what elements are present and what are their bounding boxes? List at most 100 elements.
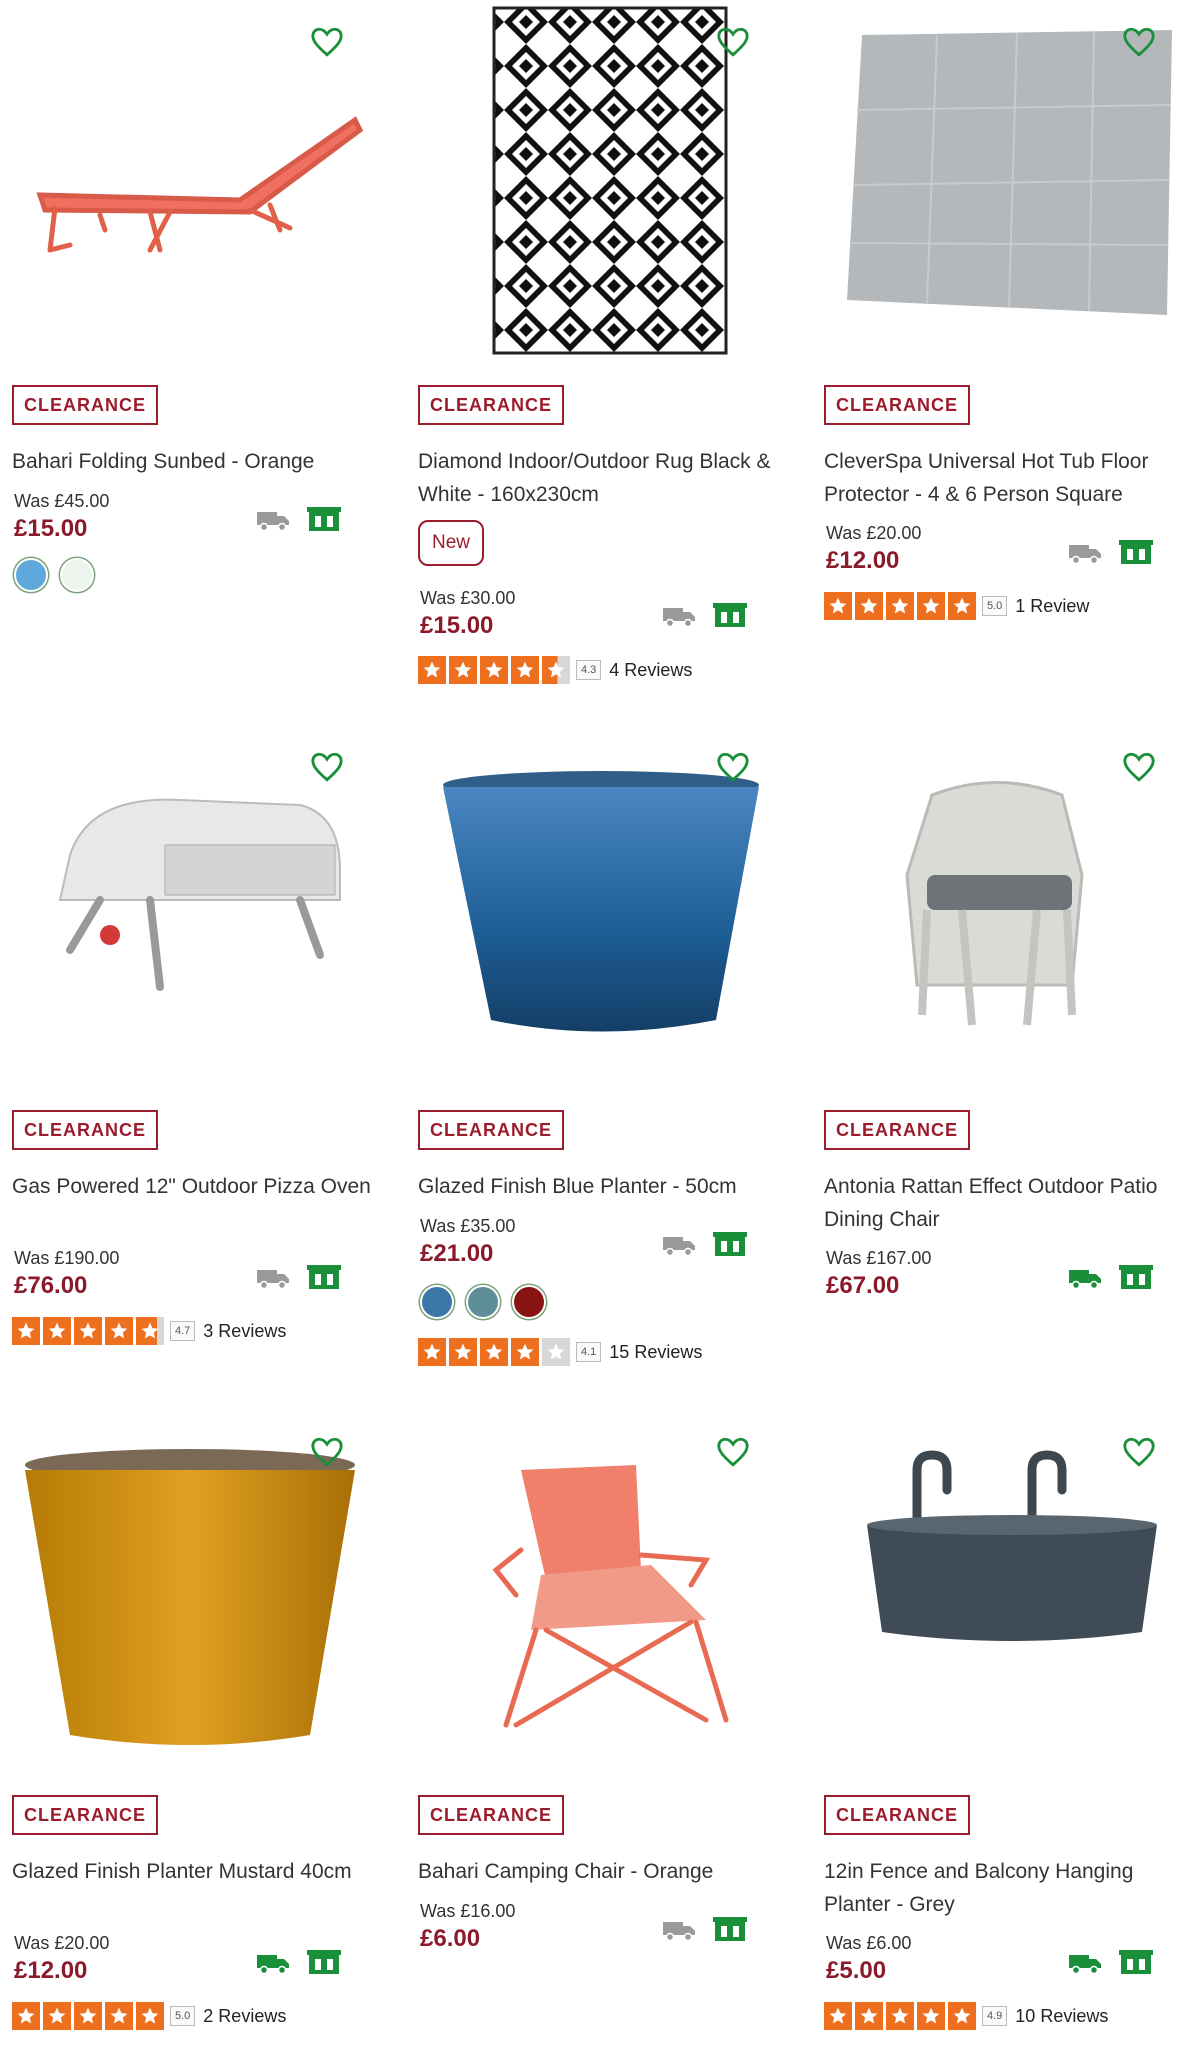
review-count[interactable]: 3 Reviews	[203, 1321, 286, 1342]
review-count[interactable]: 15 Reviews	[609, 1342, 702, 1363]
rating[interactable]: 5.0 2 Reviews	[12, 2002, 286, 2030]
rating[interactable]: 5.0 1 Review	[824, 592, 1089, 620]
wishlist-heart-icon[interactable]	[310, 1436, 344, 1468]
review-count[interactable]: 4 Reviews	[609, 660, 692, 681]
star-icon	[43, 2002, 71, 2030]
wishlist-heart-icon[interactable]	[310, 26, 344, 58]
star-icon	[12, 2002, 40, 2030]
store-collection-icon	[1118, 1949, 1154, 1975]
rating[interactable]: 4.1 15 Reviews	[418, 1338, 702, 1366]
rating-score: 4.3	[576, 660, 602, 680]
star-icon	[917, 2002, 945, 2030]
star-icon	[449, 656, 477, 684]
wishlist-heart-icon[interactable]	[716, 751, 750, 783]
product-title[interactable]: Gas Powered 12" Outdoor Pizza Oven	[12, 1170, 382, 1203]
star-icon	[511, 656, 539, 684]
product-card[interactable]: CLEARANCE Antonia Rattan Effect Outdoor …	[812, 725, 1200, 1425]
product-title[interactable]: Glazed Finish Planter Mustard 40cm	[12, 1855, 382, 1888]
star-icon	[480, 656, 508, 684]
current-price: £15.00	[420, 612, 494, 639]
star-icon	[449, 1338, 477, 1366]
clearance-badge: CLEARANCE	[418, 1795, 565, 1835]
rating-score: 4.9	[982, 2006, 1008, 2026]
home-delivery-icon	[1068, 1951, 1102, 1975]
home-delivery-icon	[662, 1233, 696, 1257]
product-title[interactable]: CleverSpa Universal Hot Tub Floor Protec…	[824, 445, 1194, 511]
product-title[interactable]: Glazed Finish Blue Planter - 50cm	[418, 1170, 788, 1203]
product-title[interactable]: 12in Fence and Balcony Hanging Planter -…	[824, 1855, 1194, 1921]
swatch-white[interactable]	[60, 558, 94, 592]
rating-score: 5.0	[170, 2006, 196, 2026]
star-icon	[480, 1338, 508, 1366]
store-collection-icon	[712, 1916, 748, 1942]
clearance-badge: CLEARANCE	[12, 1795, 159, 1835]
wishlist-heart-icon[interactable]	[1122, 751, 1156, 783]
product-card[interactable]: CLEARANCE Glazed Finish Blue Planter - 5…	[406, 725, 806, 1425]
star-rating	[12, 1317, 167, 1345]
review-count[interactable]: 2 Reviews	[203, 2006, 286, 2027]
current-price: £6.00	[420, 1925, 481, 1952]
was-price: Was £30.00	[420, 588, 516, 608]
home-delivery-icon	[1068, 1266, 1102, 1290]
was-price: Was £6.00	[826, 1933, 912, 1953]
star-icon	[542, 1338, 570, 1366]
current-price: £12.00	[14, 1957, 88, 1984]
wishlist-heart-icon[interactable]	[716, 1436, 750, 1468]
rating-score: 5.0	[982, 596, 1008, 616]
rating-score: 4.1	[576, 1342, 602, 1362]
wishlist-heart-icon[interactable]	[1122, 26, 1156, 58]
star-rating	[418, 656, 573, 684]
swatch-teal[interactable]	[466, 1285, 500, 1319]
home-delivery-icon	[1068, 541, 1102, 565]
product-title[interactable]: Diamond Indoor/Outdoor Rug Black & White…	[418, 445, 788, 511]
wishlist-heart-icon[interactable]	[1122, 1436, 1156, 1468]
clearance-badge: CLEARANCE	[824, 1795, 971, 1835]
product-card[interactable]: CLEARANCE Gas Powered 12" Outdoor Pizza …	[0, 725, 400, 1425]
swatch-red[interactable]	[512, 1285, 546, 1319]
store-collection-icon	[306, 506, 342, 532]
was-price: Was £16.00	[420, 1901, 516, 1921]
star-icon	[12, 1317, 40, 1345]
was-price: Was £35.00	[420, 1216, 516, 1236]
product-card[interactable]: CLEARANCE 12in Fence and Balcony Hanging…	[812, 1410, 1200, 2048]
swatch-blue[interactable]	[420, 1285, 454, 1319]
star-icon	[136, 1317, 164, 1345]
star-icon	[542, 656, 570, 684]
wishlist-heart-icon[interactable]	[310, 751, 344, 783]
star-icon	[105, 2002, 133, 2030]
current-price: £15.00	[14, 515, 88, 542]
store-collection-icon	[1118, 1264, 1154, 1290]
current-price: £12.00	[826, 547, 900, 574]
product-title[interactable]: Bahari Camping Chair - Orange	[418, 1855, 788, 1888]
rating[interactable]: 4.3 4 Reviews	[418, 656, 692, 684]
current-price: £21.00	[420, 1240, 494, 1267]
product-card[interactable]: CLEARANCE Glazed Finish Planter Mustard …	[0, 1410, 400, 2048]
store-collection-icon	[306, 1264, 342, 1290]
rating[interactable]: 4.7 3 Reviews	[12, 1317, 286, 1345]
review-count[interactable]: 1 Review	[1015, 596, 1089, 617]
was-price: Was £20.00	[826, 523, 922, 543]
rating[interactable]: 4.9 10 Reviews	[824, 2002, 1108, 2030]
star-icon	[74, 2002, 102, 2030]
star-rating	[12, 2002, 167, 2030]
swatch-blue[interactable]	[14, 558, 48, 592]
color-swatches	[420, 1285, 546, 1319]
product-card[interactable]: CLEARANCE Bahari Folding Sunbed - Orange…	[0, 0, 400, 700]
product-title[interactable]: Antonia Rattan Effect Outdoor Patio Dini…	[824, 1170, 1194, 1236]
product-card[interactable]: CLEARANCE CleverSpa Universal Hot Tub Fl…	[812, 0, 1200, 700]
star-icon	[948, 592, 976, 620]
wishlist-heart-icon[interactable]	[716, 26, 750, 58]
store-collection-icon	[712, 1231, 748, 1257]
rating-score: 4.7	[170, 1321, 196, 1341]
product-card[interactable]: CLEARANCE Diamond Indoor/Outdoor Rug Bla…	[406, 0, 806, 700]
review-count[interactable]: 10 Reviews	[1015, 2006, 1108, 2027]
home-delivery-icon	[662, 1918, 696, 1942]
star-rating	[824, 2002, 979, 2030]
product-card[interactable]: CLEARANCE Bahari Camping Chair - Orange …	[406, 1410, 806, 2048]
was-price: Was £20.00	[14, 1933, 110, 1953]
store-collection-icon	[1118, 539, 1154, 565]
star-icon	[824, 592, 852, 620]
home-delivery-icon	[256, 1951, 290, 1975]
product-title[interactable]: Bahari Folding Sunbed - Orange	[12, 445, 382, 478]
star-icon	[43, 1317, 71, 1345]
